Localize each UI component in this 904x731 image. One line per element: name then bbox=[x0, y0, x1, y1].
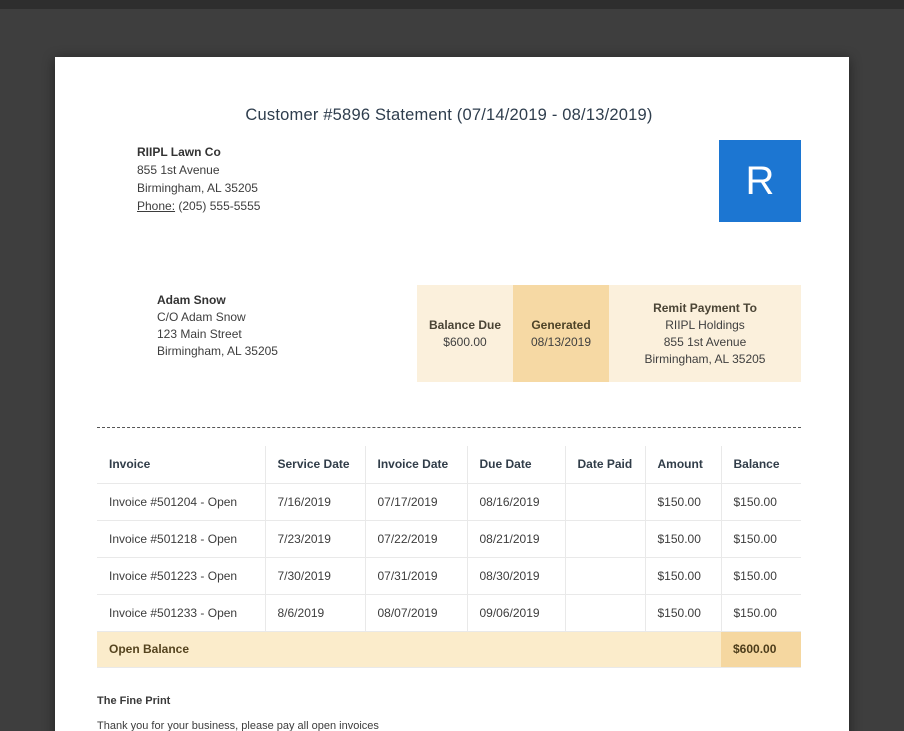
invoice-row: Invoice #501223 - Open 7/30/2019 07/31/2… bbox=[97, 557, 801, 595]
invoice-date-cell: 07/22/2019 bbox=[364, 520, 467, 558]
company-info: RIIPL Lawn Co 855 1st Avenue Birmingham,… bbox=[137, 143, 260, 222]
viewer-background: Customer #5896 Statement (07/14/2019 - 0… bbox=[0, 0, 904, 731]
statement-page: Customer #5896 Statement (07/14/2019 - 0… bbox=[55, 57, 849, 731]
remit-label: Remit Payment To bbox=[653, 300, 757, 315]
fine-print-body: Thank you for your business, please pay … bbox=[97, 719, 379, 731]
open-balance-row: Open Balance $600.00 bbox=[97, 631, 801, 668]
open-balance-label: Open Balance bbox=[97, 631, 721, 668]
header-invoice-date: Invoice Date bbox=[364, 446, 467, 484]
balance-cell: $150.00 bbox=[720, 594, 801, 632]
due-date-cell: 08/16/2019 bbox=[466, 483, 565, 521]
generated-label: Generated bbox=[531, 317, 591, 332]
date-paid-cell bbox=[564, 483, 645, 521]
remit-address-line1: 855 1st Avenue bbox=[663, 334, 747, 349]
due-date-cell: 08/30/2019 bbox=[466, 557, 565, 595]
header-row: RIIPL Lawn Co 855 1st Avenue Birmingham,… bbox=[97, 140, 801, 222]
customer-name: Adam Snow bbox=[157, 293, 226, 307]
invoice-row: Invoice #501218 - Open 7/23/2019 07/22/2… bbox=[97, 520, 801, 558]
invoice-cell: Invoice #501218 - Open bbox=[97, 520, 265, 558]
amount-cell: $150.00 bbox=[644, 483, 721, 521]
invoice-date-cell: 08/07/2019 bbox=[364, 594, 467, 632]
balance-due-value: $600.00 bbox=[443, 334, 487, 349]
balance-due-label: Balance Due bbox=[428, 317, 502, 332]
balance-cell: $150.00 bbox=[720, 483, 801, 521]
amount-cell: $150.00 bbox=[644, 557, 721, 595]
date-paid-cell bbox=[564, 520, 645, 558]
header-service-date: Service Date bbox=[264, 446, 365, 484]
company-address-line2: Birmingham, AL 35205 bbox=[137, 181, 258, 195]
amount-cell: $150.00 bbox=[644, 520, 721, 558]
customer-info: Adam Snow C/O Adam Snow 123 Main Street … bbox=[157, 285, 278, 382]
fine-print-heading: The Fine Print bbox=[97, 694, 171, 707]
remit-payment-cell: Remit Payment To RIIPL Holdings 855 1st … bbox=[609, 285, 801, 382]
invoice-table: Invoice Service Date Invoice Date Due Da… bbox=[97, 446, 801, 668]
statement-title: Customer #5896 Statement (07/14/2019 - 0… bbox=[245, 106, 653, 124]
customer-address-line1: 123 Main Street bbox=[157, 327, 242, 341]
date-paid-cell bbox=[564, 594, 645, 632]
service-date-cell: 7/16/2019 bbox=[264, 483, 365, 521]
invoice-row: Invoice #501204 - Open 7/16/2019 07/17/2… bbox=[97, 483, 801, 521]
table-header-row: Invoice Service Date Invoice Date Due Da… bbox=[97, 446, 801, 484]
balance-cell: $150.00 bbox=[720, 520, 801, 558]
summary-bar: Balance Due $600.00 Generated 08/13/2019… bbox=[417, 285, 801, 382]
invoice-row: Invoice #501233 - Open 8/6/2019 08/07/20… bbox=[97, 594, 801, 632]
invoice-date-cell: 07/31/2019 bbox=[364, 557, 467, 595]
customer-care-of: C/O Adam Snow bbox=[157, 310, 246, 324]
due-date-cell: 08/21/2019 bbox=[466, 520, 565, 558]
company-logo: R bbox=[719, 140, 801, 222]
remit-name: RIIPL Holdings bbox=[665, 317, 745, 332]
due-date-cell: 09/06/2019 bbox=[466, 594, 565, 632]
header-due-date: Due Date bbox=[466, 446, 565, 484]
service-date-cell: 8/6/2019 bbox=[264, 594, 365, 632]
company-address-line1: 855 1st Avenue bbox=[137, 163, 220, 177]
customer-summary-row: Adam Snow C/O Adam Snow 123 Main Street … bbox=[97, 285, 801, 382]
header-invoice: Invoice bbox=[97, 446, 265, 484]
invoice-cell: Invoice #501204 - Open bbox=[97, 483, 265, 521]
balance-due-cell: Balance Due $600.00 bbox=[417, 285, 513, 382]
generated-cell: Generated 08/13/2019 bbox=[513, 285, 609, 382]
open-balance-value: $600.00 bbox=[721, 631, 801, 668]
customer-address-line2: Birmingham, AL 35205 bbox=[157, 344, 278, 358]
invoice-cell: Invoice #501233 - Open bbox=[97, 594, 265, 632]
service-date-cell: 7/23/2019 bbox=[264, 520, 365, 558]
header-balance: Balance bbox=[720, 446, 801, 484]
invoice-date-cell: 07/17/2019 bbox=[364, 483, 467, 521]
company-phone: Phone: (205) 555-5555 bbox=[137, 197, 260, 215]
remit-address-line2: Birmingham, AL 35205 bbox=[644, 351, 766, 366]
date-paid-cell bbox=[564, 557, 645, 595]
phone-value: (205) 555-5555 bbox=[178, 199, 261, 213]
logo-letter: R bbox=[745, 159, 775, 203]
phone-label: Phone: bbox=[137, 199, 176, 213]
dashed-divider bbox=[97, 427, 801, 428]
header-date-paid: Date Paid bbox=[564, 446, 645, 484]
amount-cell: $150.00 bbox=[644, 594, 721, 632]
generated-value: 08/13/2019 bbox=[530, 334, 592, 349]
service-date-cell: 7/30/2019 bbox=[264, 557, 365, 595]
header-amount: Amount bbox=[644, 446, 721, 484]
company-name: RIIPL Lawn Co bbox=[137, 145, 221, 159]
invoice-cell: Invoice #501223 - Open bbox=[97, 557, 265, 595]
balance-cell: $150.00 bbox=[720, 557, 801, 595]
